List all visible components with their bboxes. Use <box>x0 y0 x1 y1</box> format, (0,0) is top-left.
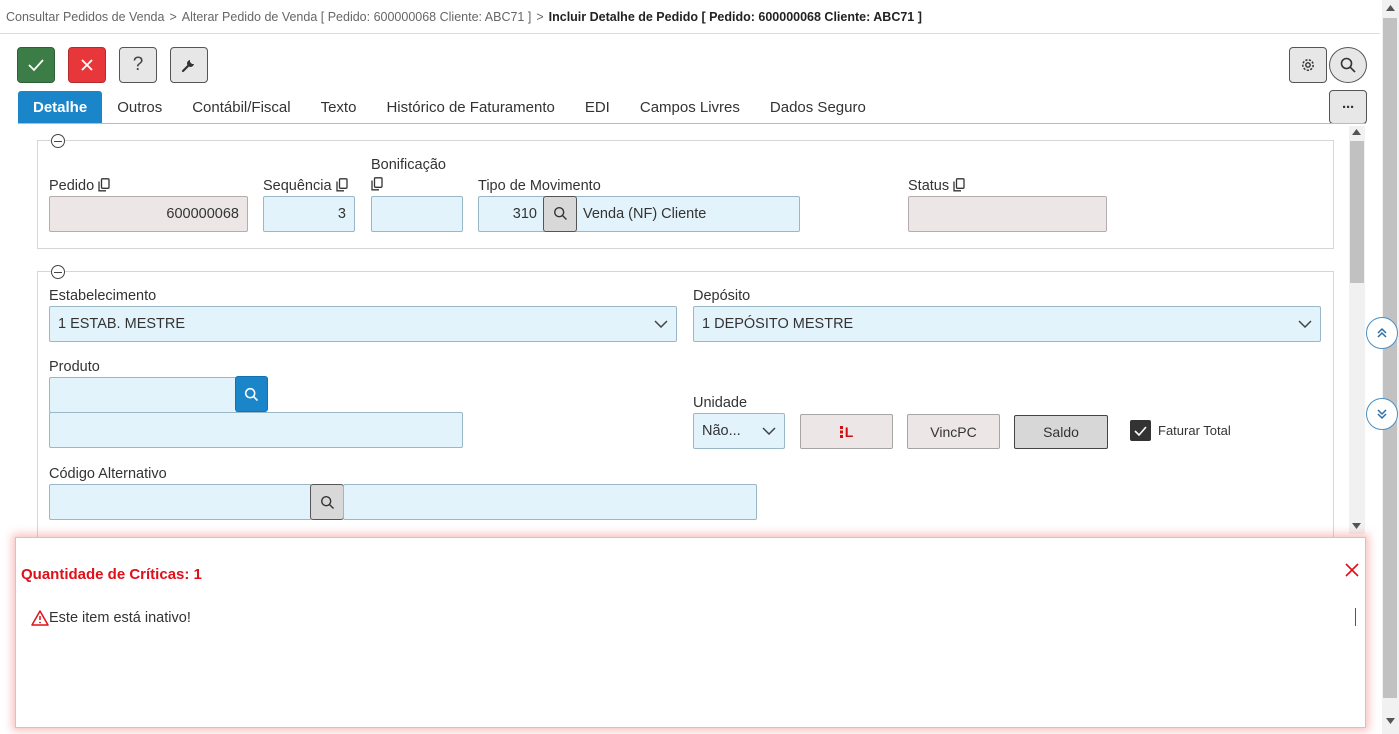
breadcrumb-item-consultar[interactable]: Consultar Pedidos de Venda <box>6 10 164 24</box>
unidade-label: Unidade <box>693 395 748 411</box>
sequencia-label: Sequência <box>263 178 348 194</box>
unidade-value: Não... <box>702 423 741 439</box>
deposito-label: Depósito <box>693 288 751 304</box>
search-button[interactable] <box>1329 47 1367 83</box>
scroll-down-arrow-icon[interactable] <box>1352 523 1361 529</box>
deposito-value: 1 DEPÓSITO MESTRE <box>702 316 854 332</box>
page-scrollbar-thumb[interactable] <box>1383 18 1397 698</box>
collapse-section1-icon[interactable] <box>51 134 65 148</box>
il-button[interactable]: L <box>800 414 893 449</box>
help-button[interactable]: ? <box>119 47 157 83</box>
tab-contabil-fiscal[interactable]: Contábil/Fiscal <box>177 91 305 123</box>
search-icon <box>320 495 334 509</box>
tipo-movimento-label: Tipo de Movimento <box>478 178 601 194</box>
search-icon <box>244 387 259 401</box>
saldo-button[interactable]: Saldo <box>1014 415 1108 449</box>
tab-divider <box>18 123 1366 124</box>
confirm-button[interactable] <box>17 47 55 83</box>
tab-historico-faturamento[interactable]: Histórico de Faturamento <box>371 91 569 123</box>
double-chevron-down-icon <box>1377 409 1387 420</box>
produto-label: Produto <box>49 359 100 375</box>
breadcrumb-item-current: Incluir Detalhe de Pedido [ Pedido: 6000… <box>548 10 922 24</box>
breadcrumb-separator: > <box>169 10 177 24</box>
content-scrollbar-thumb[interactable] <box>1350 141 1364 283</box>
sequencia-field[interactable]: 3 <box>263 196 355 232</box>
codigo-alternativo-input[interactable] <box>49 484 312 520</box>
gear-icon <box>1302 59 1314 71</box>
copy-icon[interactable] <box>953 178 965 192</box>
tab-edi[interactable]: EDI <box>570 91 625 123</box>
breadcrumb-separator: > <box>536 10 544 24</box>
critica-message: Este item está inativo! <box>49 610 191 626</box>
cancel-button[interactable] <box>68 47 106 83</box>
scroll-bottom-button[interactable] <box>1366 398 1398 430</box>
check-icon <box>28 59 44 72</box>
criticas-title: Quantidade de Críticas: 1 <box>21 566 202 583</box>
status-field <box>908 196 1107 232</box>
breadcrumb-item-alterar[interactable]: Alterar Pedido de Venda [ Pedido: 600000… <box>182 10 532 24</box>
tab-dados-seguro[interactable]: Dados Seguro <box>755 91 881 123</box>
codigo-alternativo-label: Código Alternativo <box>49 466 167 482</box>
more-options-button[interactable]: ··· <box>1329 90 1367 124</box>
scroll-top-button[interactable] <box>1366 317 1398 349</box>
scroll-down-arrow-icon[interactable] <box>1386 718 1395 724</box>
tab-bar: Detalhe Outros Contábil/Fiscal Texto His… <box>18 91 881 123</box>
pedido-field: 600000068 <box>49 196 248 232</box>
close-icon[interactable] <box>1345 563 1359 577</box>
close-icon <box>81 59 93 71</box>
codigo-alternativo-description-field <box>343 484 757 520</box>
tab-outros[interactable]: Outros <box>102 91 177 123</box>
estabelecimento-label: Estabelecimento <box>49 288 157 304</box>
tab-detalhe[interactable]: Detalhe <box>18 91 103 123</box>
status-label: Status <box>908 178 965 194</box>
tipo-movimento-search-button[interactable] <box>543 195 577 232</box>
copy-icon[interactable] <box>371 177 383 191</box>
header-divider <box>0 33 1380 34</box>
scroll-up-arrow-icon[interactable] <box>1386 5 1395 11</box>
il-icon <box>839 425 843 438</box>
chevron-down-icon <box>762 427 776 435</box>
criticas-scroll-indicator <box>1355 608 1356 626</box>
tab-campos-livres[interactable]: Campos Livres <box>625 91 755 123</box>
check-icon <box>1134 425 1147 436</box>
copy-icon[interactable] <box>98 178 110 192</box>
criticas-panel: Quantidade de Críticas: 1 Este item está… <box>15 537 1366 728</box>
warning-icon <box>31 610 49 626</box>
tipo-movimento-description: Venda (NF) Cliente <box>583 206 707 222</box>
vincpc-button[interactable]: VincPC <box>907 414 1000 449</box>
tipo-movimento-field: 310 Venda (NF) Cliente <box>478 195 800 232</box>
produto-search-button[interactable] <box>235 376 268 412</box>
double-chevron-up-icon <box>1377 327 1387 338</box>
estabelecimento-value: 1 ESTAB. MESTRE <box>58 316 186 332</box>
tab-texto[interactable]: Texto <box>306 91 372 123</box>
unidade-select[interactable]: Não... <box>693 413 785 449</box>
chevron-down-icon <box>654 320 668 328</box>
bonificacao-label: Bonificação <box>371 157 446 173</box>
faturar-total-label: Faturar Total <box>1158 423 1231 438</box>
estabelecimento-select[interactable]: 1 ESTAB. MESTRE <box>49 306 677 342</box>
settings-button[interactable] <box>1289 47 1327 83</box>
codigo-alternativo-search-button[interactable] <box>310 484 344 520</box>
deposito-select[interactable]: 1 DEPÓSITO MESTRE <box>693 306 1321 342</box>
bonificacao-field[interactable] <box>371 196 463 232</box>
tipo-movimento-code[interactable]: 310 <box>479 206 543 222</box>
search-icon <box>553 206 567 220</box>
produto-description-field[interactable] <box>49 412 463 448</box>
section-header-panel <box>37 140 1334 249</box>
collapse-section2-icon[interactable] <box>51 265 65 279</box>
faturar-total-checkbox[interactable] <box>1130 420 1151 441</box>
tools-button[interactable] <box>170 47 208 83</box>
il-label: L <box>844 423 854 440</box>
produto-code-input[interactable] <box>49 377 237 413</box>
search-icon <box>1340 57 1356 73</box>
pedido-label: Pedido <box>49 178 110 194</box>
copy-icon[interactable] <box>335 178 348 192</box>
chevron-down-icon <box>1298 320 1312 328</box>
breadcrumb: Consultar Pedidos de Venda > Alterar Pedid… <box>6 10 922 24</box>
critica-item: Este item está inativo! <box>31 610 191 626</box>
wrench-icon <box>181 60 194 73</box>
scroll-up-arrow-icon[interactable] <box>1352 129 1361 135</box>
